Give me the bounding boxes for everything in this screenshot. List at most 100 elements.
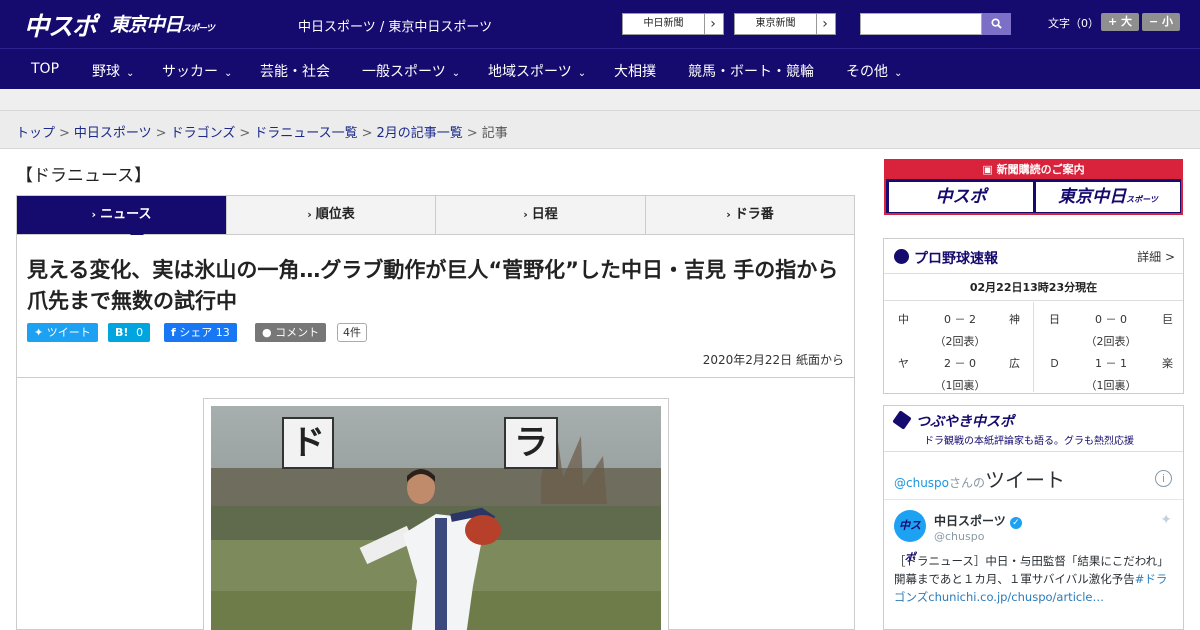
chevron-right-icon: › xyxy=(710,16,716,32)
font-smaller-button[interactable]: − 小 xyxy=(1142,13,1180,31)
ad-btn-text: 東京中日 xyxy=(1058,187,1127,207)
nav-item-sumo[interactable]: 大相撲 xyxy=(614,61,656,81)
away-team[interactable]: 神 xyxy=(1009,311,1020,327)
article-photo[interactable]: ド ラ xyxy=(211,406,661,630)
newspaper-icon: ▣ xyxy=(982,163,993,176)
search-icon xyxy=(991,18,1002,29)
nav-item-racing[interactable]: 競馬・ボート・競輪 xyxy=(688,61,814,81)
tab-schedule[interactable]: › 日程 xyxy=(436,196,646,234)
twitter-bird-icon: ✦ xyxy=(34,326,44,339)
nav-item-entertainment[interactable]: 芸能・社会 xyxy=(260,61,330,81)
away-team[interactable]: 楽 xyxy=(1162,355,1173,371)
info-icon[interactable]: i xyxy=(1155,470,1172,487)
breadcrumb-bar: トップ > 中日スポーツ > ドラゴンズ > ドラニュース一覧 >2月の記事一覧 > 記事 xyxy=(0,111,1200,149)
tweet-button[interactable]: ✦ ツイート xyxy=(27,323,98,342)
home-team[interactable]: ヤ xyxy=(898,355,909,371)
nav-label: 一般スポーツ xyxy=(362,64,446,80)
article-date: 2020年2月22日 紙面から xyxy=(702,353,844,367)
tokyo-chunichi-logo[interactable]: 東京中日スポーツ xyxy=(110,10,215,37)
nav-item-general-sports[interactable]: 一般スポーツ ⌄ xyxy=(362,61,460,81)
chevron-down-icon: ⌄ xyxy=(224,68,233,79)
tab-label: ニュース xyxy=(100,207,152,222)
home-team[interactable]: 中 xyxy=(898,311,909,327)
nav-item-top[interactable]: TOP xyxy=(31,61,59,77)
twitter-widget-subtitle: ドラ観戦の本紙評論家も語る。グラも熱烈応援 xyxy=(924,436,1134,447)
nav-label: その他 xyxy=(846,64,888,80)
divider xyxy=(17,377,854,378)
ad-heading: ▣ 新聞購読のご案内 xyxy=(886,161,1181,179)
breadcrumb-link[interactable]: 中日スポーツ xyxy=(74,126,152,141)
spacer-strip xyxy=(0,89,1200,111)
timeline-header[interactable]: @chuspoさんのツイート xyxy=(894,464,1065,493)
fb-share-label: シェア xyxy=(179,326,213,339)
scores-header: プロ野球速報 詳細 > xyxy=(884,239,1183,274)
tweet-author[interactable]: 中日スポーツ ✓ xyxy=(934,512,1022,529)
site-title-link[interactable]: 中日スポーツ / 東京中日スポーツ xyxy=(298,16,492,35)
breadcrumb-link[interactable]: ドラニュース一覧 xyxy=(254,126,357,141)
nav-item-local-sports[interactable]: 地域スポーツ ⌄ xyxy=(488,61,586,81)
search-input[interactable] xyxy=(860,13,982,35)
photo-sign-letter: ラ xyxy=(514,423,548,463)
facebook-share-button[interactable]: f シェア 13 xyxy=(164,323,237,342)
fb-share-count: 13 xyxy=(215,326,230,339)
twitter-widget-title: つぶやき中スポ xyxy=(916,414,1014,430)
breadcrumb-separator: > xyxy=(155,126,167,141)
chevron-right-icon: › xyxy=(523,208,528,221)
baseball-scores-box: プロ野球速報 詳細 > 02月22日13時23分現在 中 0 － 2 神 （2回… xyxy=(883,238,1184,394)
article-headline: 見える変化、実は氷山の一角…グラブ動作が巨人“菅野化”した中日・吉見 手の指から… xyxy=(27,258,839,313)
breadcrumb-separator: > xyxy=(466,126,478,141)
nav-item-other[interactable]: その他 ⌄ xyxy=(846,61,902,81)
tab-reporter[interactable]: › ドラ番 xyxy=(646,196,854,234)
game-score[interactable]: 0 － 2 xyxy=(940,311,980,327)
ad-btn-small: スポーツ xyxy=(1126,195,1158,204)
nav-label: 地域スポーツ xyxy=(488,64,572,80)
comment-count[interactable]: 4件 xyxy=(337,323,367,342)
subscription-ad[interactable]: ▣ 新聞購読のご案内 中スポ 東京中日スポーツ xyxy=(884,159,1183,215)
tweet-link[interactable]: chunichi.co.jp/chuspo/article… xyxy=(928,590,1104,604)
search-button[interactable] xyxy=(982,13,1011,35)
away-team[interactable]: 巨 xyxy=(1162,311,1173,327)
twitter-widget-box: つぶやき中スポ ドラ観戦の本紙評論家も語る。グラも熱烈応援 @chuspoさんの… xyxy=(883,405,1184,630)
timeline-title: ツイート xyxy=(985,468,1066,492)
game-score[interactable]: 2 － 0 xyxy=(940,355,980,371)
baseball-icon xyxy=(894,249,909,264)
chevron-down-icon: ⌄ xyxy=(126,68,135,79)
nav-label: サッカー xyxy=(162,64,218,80)
breadcrumb-separator: > xyxy=(361,126,373,141)
home-team[interactable]: Ｄ xyxy=(1049,355,1060,371)
breadcrumb-link[interactable]: ドラゴンズ xyxy=(171,126,236,141)
away-team[interactable]: 広 xyxy=(1009,355,1020,371)
breadcrumb-link[interactable]: 2月の記事一覧 xyxy=(377,126,463,141)
top-bar: 中スポ 東京中日スポーツ 中日スポーツ / 東京中日スポーツ 中日新聞 › 東京… xyxy=(0,0,1200,48)
nav-item-soccer[interactable]: サッカー ⌄ xyxy=(162,61,232,81)
home-team[interactable]: 日 xyxy=(1049,311,1060,327)
avatar[interactable]: 中スポ xyxy=(894,510,926,564)
main-nav: TOP 野球 ⌄ サッカー ⌄ 芸能・社会 一般スポーツ ⌄ 地域スポーツ ⌄ 大相撲 … xyxy=(0,48,1200,89)
scores-title: プロ野球速報 xyxy=(914,251,998,267)
breadcrumb-separator: > xyxy=(239,126,251,141)
breadcrumb-link[interactable]: トップ xyxy=(16,126,55,141)
game-score[interactable]: 1 － 1 xyxy=(1091,355,1131,371)
tokyo-shimbun-link[interactable]: 東京新聞 › xyxy=(734,13,836,35)
chevron-down-icon: ⌄ xyxy=(451,68,461,79)
comment-button[interactable]: ● コメント xyxy=(255,323,327,342)
scores-detail-link[interactable]: 詳細 > xyxy=(1137,248,1175,265)
tokyo-chunichi-subscribe-button[interactable]: 東京中日スポーツ xyxy=(1036,182,1180,212)
chunichi-shimbun-link[interactable]: 中日新聞 › xyxy=(622,13,724,35)
nav-label: 野球 xyxy=(92,64,120,80)
twitter-bird-icon[interactable]: ✦ xyxy=(1160,512,1172,528)
section-tabs: › ニュース › 順位表 › 日程 › ドラ番 xyxy=(16,195,855,241)
chuspo-logo[interactable]: 中スポ xyxy=(24,7,97,43)
tab-news[interactable]: › ニュース xyxy=(17,196,227,234)
game-score[interactable]: 0 － 0 xyxy=(1091,311,1131,327)
nav-label: 大相撲 xyxy=(614,64,656,80)
hatena-bookmark-button[interactable]: B! 0 xyxy=(108,323,151,342)
chuspo-subscribe-button[interactable]: 中スポ xyxy=(889,182,1033,212)
nav-item-baseball[interactable]: 野球 ⌄ xyxy=(92,61,134,81)
tab-label: ドラ番 xyxy=(734,207,774,222)
tweet-author-handle[interactable]: @chuspo xyxy=(934,530,984,543)
font-larger-button[interactable]: + 大 xyxy=(1101,13,1139,31)
tab-standings[interactable]: › 順位表 xyxy=(227,196,436,234)
chevron-down-icon: ⌄ xyxy=(577,68,587,79)
twitter-widget-header: つぶやき中スポ ドラ観戦の本紙評論家も語る。グラも熱烈応援 xyxy=(884,406,1183,452)
